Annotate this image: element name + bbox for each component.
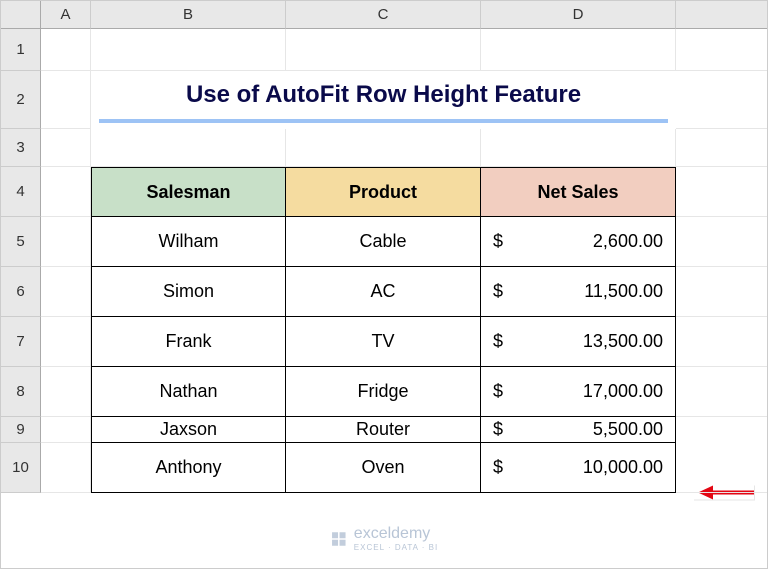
row-header-5[interactable]: 5 xyxy=(1,217,41,267)
cell-D3[interactable] xyxy=(481,129,676,167)
table-row[interactable]: Jaxson xyxy=(91,417,286,443)
watermark: exceldemy EXCEL · DATA · BI xyxy=(330,525,438,552)
select-all-corner[interactable] xyxy=(1,1,41,29)
logo-icon xyxy=(330,530,348,548)
table-header-salesman[interactable]: Salesman xyxy=(91,167,286,217)
currency-symbol: $ xyxy=(493,281,503,302)
cell-value: 5,500.00 xyxy=(593,419,663,440)
cell-blank[interactable] xyxy=(676,317,768,367)
table-header-netsales[interactable]: Net Sales xyxy=(481,167,676,217)
currency-symbol: $ xyxy=(493,331,503,352)
cell-blank[interactable] xyxy=(676,71,768,129)
cell-A6[interactable] xyxy=(41,267,91,317)
row-header-10[interactable]: 10 xyxy=(1,443,41,493)
cell-blank[interactable] xyxy=(676,443,768,493)
cell-A7[interactable] xyxy=(41,317,91,367)
table-row[interactable]: Frank xyxy=(91,317,286,367)
page-title[interactable]: Use of AutoFit Row Height Feature xyxy=(99,71,668,123)
cell-A1[interactable] xyxy=(41,29,91,71)
currency-symbol: $ xyxy=(493,419,503,440)
row-header-4[interactable]: 4 xyxy=(1,167,41,217)
row-header-3[interactable]: 3 xyxy=(1,129,41,167)
cell-blank[interactable] xyxy=(676,129,768,167)
table-row[interactable]: $ 11,500.00 xyxy=(481,267,676,317)
table-header-product[interactable]: Product xyxy=(286,167,481,217)
table-row[interactable]: $ 5,500.00 xyxy=(481,417,676,443)
cell-A3[interactable] xyxy=(41,129,91,167)
cell-value: 10,000.00 xyxy=(583,457,663,478)
row-header-1[interactable]: 1 xyxy=(1,29,41,71)
col-header-A[interactable]: A xyxy=(41,1,91,29)
table-row[interactable]: Simon xyxy=(91,267,286,317)
spreadsheet-grid: A B C D 1 2 3 4 5 6 7 8 9 10 Use of Auto… xyxy=(1,1,767,568)
cell-B1[interactable] xyxy=(91,29,286,71)
cell-B3[interactable] xyxy=(91,129,286,167)
currency-symbol: $ xyxy=(493,457,503,478)
cell-A10[interactable] xyxy=(41,443,91,493)
cell-A8[interactable] xyxy=(41,367,91,417)
table-row[interactable]: Wilham xyxy=(91,217,286,267)
table-row[interactable]: TV xyxy=(286,317,481,367)
cell-value: 2,600.00 xyxy=(593,231,663,252)
cell-A2[interactable] xyxy=(41,71,91,129)
col-header-B[interactable]: B xyxy=(91,1,286,29)
col-header-D[interactable]: D xyxy=(481,1,676,29)
row-header-2[interactable]: 2 xyxy=(1,71,41,129)
table-row[interactable]: Router xyxy=(286,417,481,443)
excel-screenshot: A B C D 1 2 3 4 5 6 7 8 9 10 Use of Auto… xyxy=(0,0,768,569)
cell-blank[interactable] xyxy=(676,167,768,217)
cell-value: 13,500.00 xyxy=(583,331,663,352)
table-row[interactable]: Oven xyxy=(286,443,481,493)
table-row[interactable]: $ 10,000.00 xyxy=(481,443,676,493)
cell-C3[interactable] xyxy=(286,129,481,167)
row-header-9[interactable]: 9 xyxy=(1,417,41,443)
table-row[interactable]: Cable xyxy=(286,217,481,267)
currency-symbol: $ xyxy=(493,381,503,402)
cell-blank[interactable] xyxy=(676,367,768,417)
cell-D1[interactable] xyxy=(481,29,676,71)
watermark-brand: exceldemy xyxy=(354,525,430,542)
row-header-7[interactable]: 7 xyxy=(1,317,41,367)
table-row[interactable]: Nathan xyxy=(91,367,286,417)
table-row[interactable]: $ 17,000.00 xyxy=(481,367,676,417)
cell-C1[interactable] xyxy=(286,29,481,71)
table-row[interactable]: Anthony xyxy=(91,443,286,493)
row-header-8[interactable]: 8 xyxy=(1,367,41,417)
cell-blank[interactable] xyxy=(676,217,768,267)
watermark-tag: EXCEL · DATA · BI xyxy=(354,543,438,552)
cell-value: 17,000.00 xyxy=(583,381,663,402)
cell-blank[interactable] xyxy=(676,29,768,71)
table-row[interactable]: AC xyxy=(286,267,481,317)
cell-A5[interactable] xyxy=(41,217,91,267)
table-row[interactable]: $ 13,500.00 xyxy=(481,317,676,367)
cell-value: 11,500.00 xyxy=(584,281,663,302)
row-header-6[interactable]: 6 xyxy=(1,267,41,317)
cell-blank[interactable] xyxy=(676,267,768,317)
col-header-C[interactable]: C xyxy=(286,1,481,29)
cell-A4[interactable] xyxy=(41,167,91,217)
table-row[interactable]: $ 2,600.00 xyxy=(481,217,676,267)
col-header-extra xyxy=(676,1,768,29)
cell-A9[interactable] xyxy=(41,417,91,443)
table-row[interactable]: Fridge xyxy=(286,367,481,417)
currency-symbol: $ xyxy=(493,231,503,252)
